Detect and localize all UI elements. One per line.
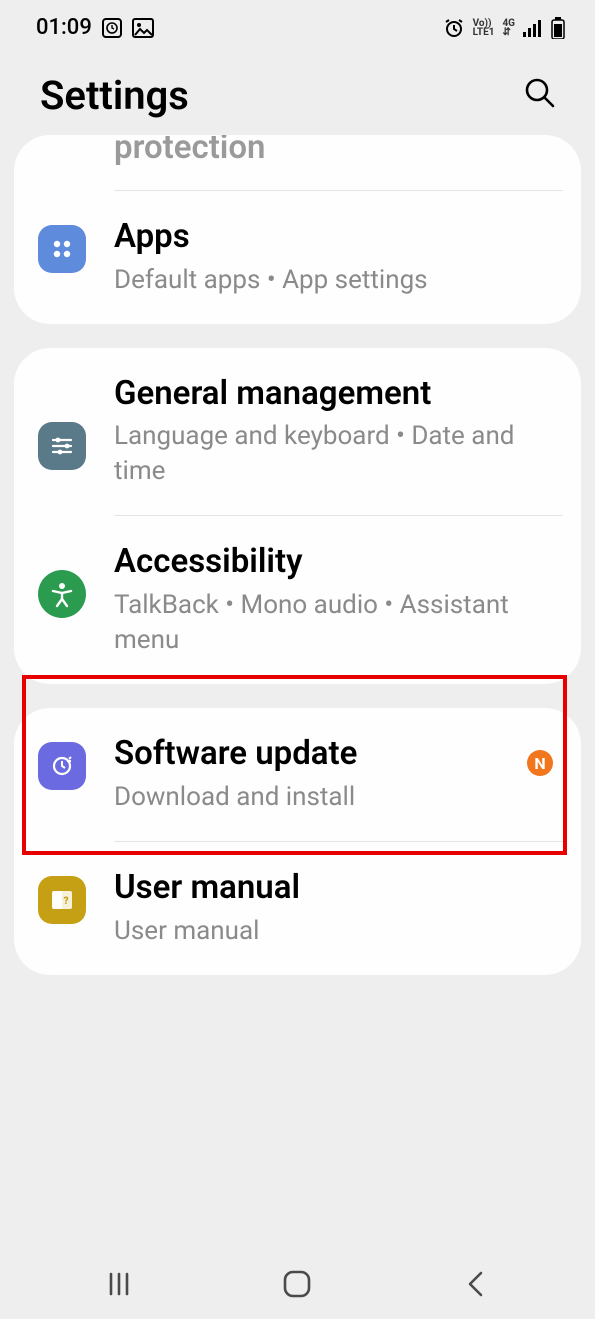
clock-app-icon xyxy=(102,18,122,38)
row-title: Software update xyxy=(114,734,517,774)
row-subtitle: Language and keyboard • Date and time xyxy=(114,419,553,489)
row-title: Apps xyxy=(114,217,553,257)
image-icon xyxy=(132,18,154,38)
settings-card: protection Apps Default apps • App setti… xyxy=(14,135,581,324)
status-time: 01:09 xyxy=(36,15,92,40)
battery-icon xyxy=(551,17,565,39)
update-icon xyxy=(38,742,86,790)
home-icon xyxy=(282,1269,312,1299)
notification-badge: N xyxy=(527,750,553,776)
row-title: Accessibility xyxy=(114,542,553,582)
book-icon: ? xyxy=(38,876,86,924)
partial-title: protection xyxy=(114,135,553,164)
page-title: Settings xyxy=(40,72,189,119)
row-subtitle: Download and install xyxy=(114,780,517,815)
search-icon xyxy=(523,76,557,110)
alarm-icon xyxy=(443,17,465,39)
network-4g-icon: 4G⇵ xyxy=(502,19,515,37)
row-subtitle: TalkBack • Mono audio • Assistant menu xyxy=(114,588,553,658)
row-subtitle: User manual xyxy=(114,914,553,949)
list-item-general-management[interactable]: General management Language and keyboard… xyxy=(14,348,581,516)
list-item-apps[interactable]: Apps Default apps • App settings xyxy=(14,191,581,324)
recents-icon xyxy=(106,1271,132,1297)
sliders-icon xyxy=(38,422,86,470)
row-title: General management xyxy=(114,374,553,414)
settings-card: Software update Download and install N ?… xyxy=(14,708,581,974)
accessibility-icon xyxy=(38,570,86,618)
svg-text:?: ? xyxy=(63,896,68,907)
navigation-bar xyxy=(0,1249,595,1319)
back-icon xyxy=(466,1270,486,1298)
row-subtitle: Default apps • App settings xyxy=(114,263,553,298)
apps-icon xyxy=(38,225,86,273)
list-item-accessibility[interactable]: Accessibility TalkBack • Mono audio • As… xyxy=(14,516,581,684)
settings-card: General management Language and keyboard… xyxy=(14,348,581,685)
list-item-user-manual[interactable]: ? User manual User manual xyxy=(14,842,581,975)
status-bar: 01:09 Vo))LTE1 4G⇵ xyxy=(0,0,595,55)
back-button[interactable] xyxy=(426,1270,526,1298)
home-button[interactable] xyxy=(247,1269,347,1299)
list-item-privacy-partial[interactable]: protection xyxy=(14,135,581,190)
list-item-software-update[interactable]: Software update Download and install N xyxy=(14,708,581,841)
volte-icon: Vo))LTE1 xyxy=(473,19,495,37)
signal-icon xyxy=(523,19,543,37)
header: Settings xyxy=(0,55,595,135)
row-title: User manual xyxy=(114,868,553,908)
recents-button[interactable] xyxy=(69,1271,169,1297)
search-button[interactable] xyxy=(523,76,557,114)
